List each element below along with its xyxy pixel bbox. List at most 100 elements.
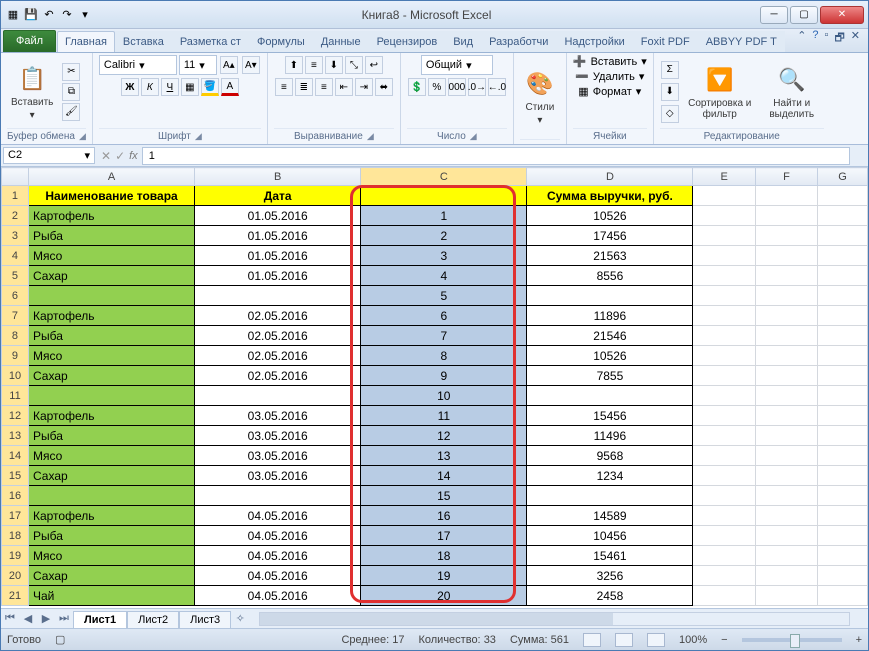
sheet-nav-prev-icon[interactable]: ◀ — [19, 612, 37, 625]
underline-icon[interactable]: Ч — [161, 78, 179, 96]
cell-D18[interactable]: 10456 — [527, 526, 693, 546]
col-header-C[interactable]: C — [361, 168, 527, 186]
cell-C6[interactable]: 5 — [361, 286, 527, 306]
cut-icon[interactable]: ✂ — [62, 63, 80, 81]
cell-C10[interactable]: 9 — [361, 366, 527, 386]
cell-C18[interactable]: 17 — [361, 526, 527, 546]
align-top-icon[interactable]: ⬆ — [285, 56, 303, 74]
dialog-launcher-icon[interactable]: ◢ — [470, 131, 477, 142]
zoom-out-icon[interactable]: − — [721, 634, 727, 646]
col-header-G[interactable]: G — [818, 168, 868, 186]
shrink-font-icon[interactable]: A▾ — [242, 56, 260, 74]
align-center-icon[interactable]: ≣ — [295, 78, 313, 96]
cell-B5[interactable]: 01.05.2016 — [195, 266, 361, 286]
row-header-11[interactable]: 11 — [2, 386, 29, 406]
row-header-20[interactable]: 20 — [2, 566, 29, 586]
decrease-decimal-icon[interactable]: ←.0 — [488, 78, 506, 96]
cell-A15[interactable]: Сахар — [28, 466, 194, 486]
select-all-corner[interactable] — [2, 168, 29, 186]
align-middle-icon[interactable]: ≡ — [305, 56, 323, 74]
cell-B12[interactable]: 03.05.2016 — [195, 406, 361, 426]
font-size-combo[interactable]: 11▾ — [179, 55, 217, 75]
ribbon-tab-2[interactable]: Разметка ст — [172, 31, 249, 52]
cell-A19[interactable]: Мясо — [28, 546, 194, 566]
cell-C17[interactable]: 16 — [361, 506, 527, 526]
cell-A7[interactable]: Картофель — [28, 306, 194, 326]
fill-icon[interactable]: ⬇ — [661, 83, 679, 101]
cell-D8[interactable]: 21546 — [527, 326, 693, 346]
paste-button[interactable]: 📋 Вставить ▾ — [7, 61, 57, 123]
cell-D10[interactable]: 7855 — [527, 366, 693, 386]
sort-filter-button[interactable]: 🔽 Сортировка и фильтр — [684, 62, 756, 122]
dialog-launcher-icon[interactable]: ◢ — [195, 131, 202, 142]
zoom-level[interactable]: 100% — [679, 634, 707, 646]
cell-A17[interactable]: Картофель — [28, 506, 194, 526]
cell-B10[interactable]: 02.05.2016 — [195, 366, 361, 386]
styles-button[interactable]: 🎨 Стили▾ — [520, 66, 560, 128]
cell-C15[interactable]: 14 — [361, 466, 527, 486]
cell-A9[interactable]: Мясо — [28, 346, 194, 366]
cell-A11[interactable] — [28, 386, 194, 406]
cell-D14[interactable]: 9568 — [527, 446, 693, 466]
row-header-4[interactable]: 4 — [2, 246, 29, 266]
cell-A3[interactable]: Рыба — [28, 226, 194, 246]
wrap-text-icon[interactable]: ↩ — [365, 56, 383, 74]
row-header-6[interactable]: 6 — [2, 286, 29, 306]
file-tab[interactable]: Файл — [3, 30, 56, 52]
ribbon-tab-9[interactable]: Foxit PDF — [633, 31, 698, 52]
row-header-1[interactable]: 1 — [2, 186, 29, 206]
cell-B16[interactable] — [195, 486, 361, 506]
restore-window-icon[interactable]: 🗗 — [834, 29, 844, 48]
row-header-9[interactable]: 9 — [2, 346, 29, 366]
cell-B6[interactable] — [195, 286, 361, 306]
orientation-icon[interactable]: ⤡ — [345, 56, 363, 74]
font-color-icon[interactable]: A — [221, 78, 239, 96]
new-sheet-icon[interactable]: ✧ — [231, 612, 249, 625]
horizontal-scrollbar[interactable] — [259, 612, 850, 626]
bold-icon[interactable]: Ж — [121, 78, 139, 96]
name-box[interactable]: C2▾ — [3, 147, 95, 164]
cell-D5[interactable]: 8556 — [527, 266, 693, 286]
cell-D2[interactable]: 10526 — [527, 206, 693, 226]
border-icon[interactable]: ▦ — [181, 78, 199, 96]
insert-cells-button[interactable]: ➕Вставить▾ — [573, 55, 647, 68]
option-icon[interactable]: ▫ — [825, 29, 829, 48]
cell-C9[interactable]: 8 — [361, 346, 527, 366]
maximize-button[interactable]: ▢ — [790, 6, 818, 24]
ribbon-tab-10[interactable]: ABBYY PDF T — [698, 31, 785, 52]
cell-C19[interactable]: 18 — [361, 546, 527, 566]
col-header-E[interactable]: E — [693, 168, 755, 186]
row-header-14[interactable]: 14 — [2, 446, 29, 466]
dialog-launcher-icon[interactable]: ◢ — [367, 131, 374, 142]
italic-icon[interactable]: К — [141, 78, 159, 96]
undo-icon[interactable]: ↶ — [41, 7, 57, 23]
cell-D11[interactable] — [527, 386, 693, 406]
row-header-13[interactable]: 13 — [2, 426, 29, 446]
row-header-15[interactable]: 15 — [2, 466, 29, 486]
sheet-nav-next-icon[interactable]: ▶ — [37, 612, 55, 625]
row-header-7[interactable]: 7 — [2, 306, 29, 326]
find-select-button[interactable]: 🔍 Найти и выделить — [760, 62, 824, 122]
cell-A2[interactable]: Картофель — [28, 206, 194, 226]
sheet-tab-0[interactable]: Лист1 — [73, 611, 127, 628]
cell-D3[interactable]: 17456 — [527, 226, 693, 246]
dialog-launcher-icon[interactable]: ◢ — [79, 131, 86, 142]
cell-B8[interactable]: 02.05.2016 — [195, 326, 361, 346]
cell-C14[interactable]: 13 — [361, 446, 527, 466]
fx-icon[interactable]: fx — [129, 150, 138, 162]
row-header-21[interactable]: 21 — [2, 586, 29, 606]
cell-D20[interactable]: 3256 — [527, 566, 693, 586]
cell-A5[interactable]: Сахар — [28, 266, 194, 286]
comma-icon[interactable]: 000 — [448, 78, 466, 96]
cell-A6[interactable] — [28, 286, 194, 306]
fill-color-icon[interactable]: 🪣 — [201, 78, 219, 96]
cell-D12[interactable]: 15456 — [527, 406, 693, 426]
cell-B7[interactable]: 02.05.2016 — [195, 306, 361, 326]
cell-C8[interactable]: 7 — [361, 326, 527, 346]
row-header-8[interactable]: 8 — [2, 326, 29, 346]
merge-icon[interactable]: ⬌ — [375, 78, 393, 96]
cell-B19[interactable]: 04.05.2016 — [195, 546, 361, 566]
ribbon-tab-7[interactable]: Разработчи — [481, 31, 556, 52]
cell-C21[interactable]: 20 — [361, 586, 527, 606]
cell-A16[interactable] — [28, 486, 194, 506]
